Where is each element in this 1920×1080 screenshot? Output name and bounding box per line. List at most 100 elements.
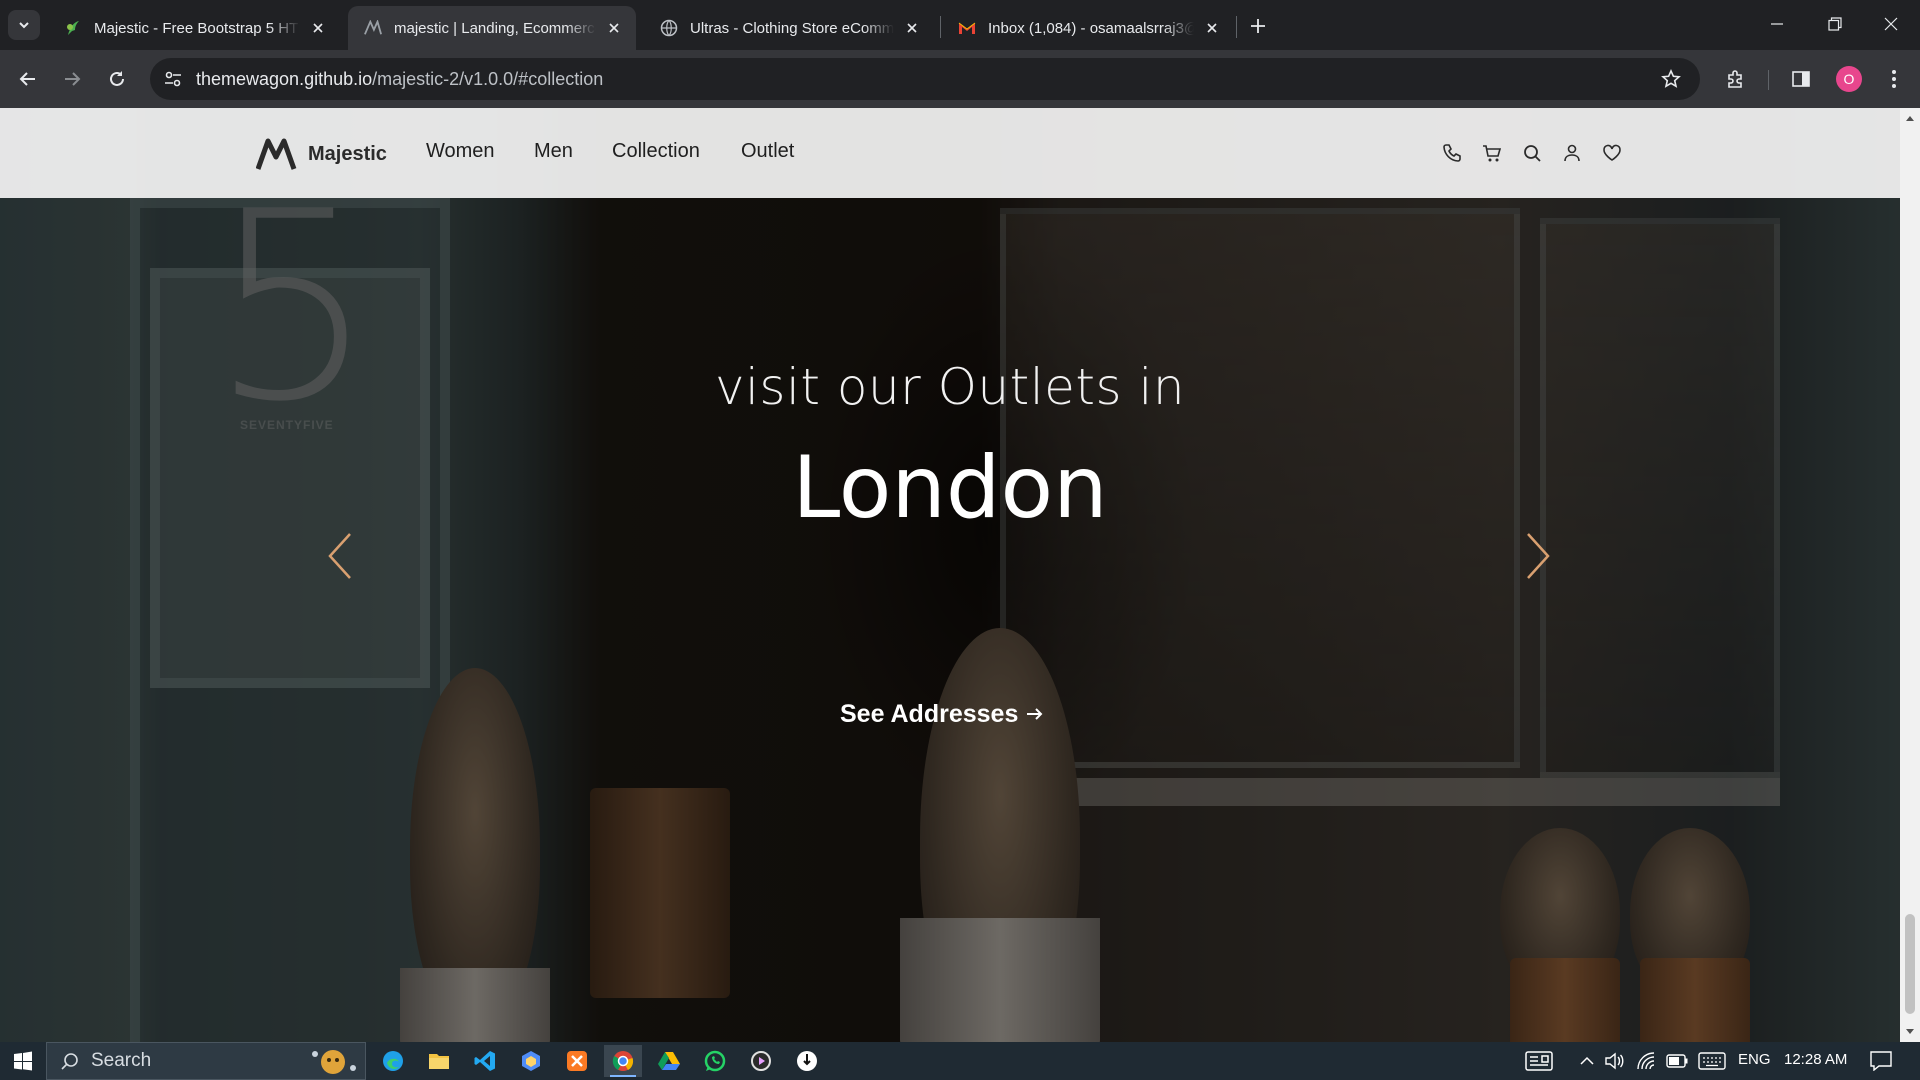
- drive-icon[interactable]: [650, 1045, 688, 1077]
- url-text: themewagon.github.io/majestic-2/v1.0.0/#…: [196, 69, 603, 90]
- close-tab-icon[interactable]: [1202, 18, 1222, 38]
- majestic-logo-icon: [256, 138, 297, 170]
- forward-button[interactable]: [56, 63, 88, 95]
- triangle-down-icon: [1906, 1029, 1914, 1034]
- address-bar[interactable]: themewagon.github.io/majestic-2/v1.0.0/#…: [150, 58, 1700, 100]
- tab-gmail[interactable]: Inbox (1,084) - osamaalsrraj3@: [942, 6, 1234, 50]
- kebab-menu-icon: [1892, 70, 1896, 88]
- gmail-icon: [958, 19, 976, 37]
- reload-icon: [110, 71, 124, 86]
- site-navbar: Majestic Women Men Collection Outlet: [0, 108, 1900, 198]
- toolbar-divider: [1768, 70, 1769, 90]
- chevron-down-icon: [19, 22, 29, 29]
- taskbar-search-text: Search: [91, 1050, 152, 1071]
- close-window-button[interactable]: [1862, 0, 1920, 48]
- tab-title: Majestic - Free Bootstrap 5 HTML: [94, 19, 300, 37]
- back-button[interactable]: [12, 63, 44, 95]
- plus-icon: [1251, 19, 1265, 33]
- tab-title: majestic | Landing, Ecommerce: [394, 19, 596, 37]
- news-widget-icon[interactable]: [1524, 1050, 1554, 1072]
- xampp-icon[interactable]: [558, 1045, 596, 1077]
- edge-icon[interactable]: [374, 1045, 412, 1077]
- search-highlight-icon: [312, 1050, 356, 1074]
- scroll-up-button[interactable]: [1900, 110, 1920, 126]
- profile-avatar[interactable]: O: [1836, 66, 1862, 92]
- arrow-right-icon: [65, 72, 81, 86]
- side-panel-icon: [1792, 71, 1810, 87]
- triangle-up-icon: [1906, 116, 1914, 121]
- bookmark-star-icon[interactable]: [1656, 64, 1686, 94]
- restore-icon: [1828, 17, 1842, 31]
- close-tab-icon[interactable]: [308, 18, 328, 38]
- chevron-up-icon[interactable]: [1576, 1050, 1598, 1072]
- chevron-right-icon: [1527, 533, 1550, 579]
- cart-icon[interactable]: [1481, 142, 1503, 164]
- hero-title: London: [792, 438, 1108, 538]
- minimize-button[interactable]: [1748, 0, 1806, 48]
- browser-menu-button[interactable]: [1878, 63, 1910, 95]
- notification-icon[interactable]: [1866, 1050, 1896, 1072]
- brand-name: Majestic: [308, 142, 387, 165]
- close-tab-icon[interactable]: [902, 18, 922, 38]
- windows-logo-icon: [14, 1051, 32, 1071]
- whatsapp-icon[interactable]: [696, 1045, 734, 1077]
- vscode-icon[interactable]: [466, 1045, 504, 1077]
- nav-link-outlet[interactable]: Outlet: [741, 140, 794, 163]
- tab-majestic-landing[interactable]: majestic | Landing, Ecommerce: [348, 6, 636, 50]
- see-addresses-link[interactable]: See Addresses: [840, 694, 1044, 734]
- reload-button[interactable]: [101, 63, 133, 95]
- nav-link-men[interactable]: Men: [534, 140, 573, 163]
- carousel-next-button[interactable]: [1518, 528, 1558, 584]
- carousel-prev-button[interactable]: [320, 528, 360, 584]
- language-indicator[interactable]: ENG: [1738, 1051, 1771, 1068]
- brand-logo[interactable]: Majestic: [256, 136, 387, 172]
- windows-taskbar: Search ENG 12:28 AM: [0, 1042, 1920, 1080]
- taskbar-clock[interactable]: 12:28 AM: [1784, 1051, 1847, 1068]
- chevron-left-icon: [328, 533, 351, 579]
- start-button[interactable]: [0, 1042, 46, 1080]
- wifi-icon[interactable]: [1634, 1050, 1658, 1072]
- extensions-button[interactable]: [1720, 63, 1752, 95]
- media-player-icon[interactable]: [742, 1045, 780, 1077]
- page-viewport: 5 SEVENTYFIVE Majestic Women Men Collect…: [0, 108, 1900, 1042]
- cta-label: See Addresses: [840, 699, 1019, 728]
- chrome-icon[interactable]: [604, 1045, 642, 1077]
- side-panel-button[interactable]: [1785, 63, 1817, 95]
- keyboard-icon[interactable]: [1696, 1050, 1728, 1072]
- hero-subtitle: visit our Outlets in: [714, 358, 1186, 416]
- close-tab-icon[interactable]: [604, 18, 624, 38]
- nav-link-women[interactable]: Women: [426, 140, 495, 163]
- app-icon[interactable]: [512, 1045, 550, 1077]
- tab-title: Ultras - Clothing Store eCommerce: [690, 19, 894, 37]
- scrollbar-thumb[interactable]: [1905, 914, 1915, 1014]
- minimize-icon: [1771, 23, 1783, 25]
- app2-icon[interactable]: [788, 1045, 826, 1077]
- profile-initial: O: [1843, 71, 1855, 87]
- globe-icon: [660, 19, 678, 37]
- scroll-down-button[interactable]: [1900, 1024, 1920, 1040]
- favicon-icon: [64, 19, 82, 37]
- close-icon: [1884, 17, 1898, 31]
- arrow-left-icon: [19, 72, 35, 86]
- new-tab-button[interactable]: [1244, 12, 1272, 40]
- url-host: themewagon.github.io: [196, 68, 373, 89]
- tab-majestic-free[interactable]: Majestic - Free Bootstrap 5 HTML: [48, 6, 340, 50]
- tab-ultras[interactable]: Ultras - Clothing Store eCommerce: [644, 6, 934, 50]
- url-path: /majestic-2/v1.0.0/#collection: [372, 68, 604, 89]
- user-icon[interactable]: [1561, 142, 1583, 164]
- search-icon[interactable]: [1521, 142, 1543, 164]
- site-info-icon[interactable]: [158, 64, 188, 94]
- favicon-icon: [364, 19, 382, 37]
- restore-button[interactable]: [1806, 0, 1864, 48]
- phone-icon[interactable]: [1441, 142, 1463, 164]
- tab-search-button[interactable]: [8, 10, 40, 40]
- file-explorer-icon[interactable]: [420, 1045, 458, 1077]
- page-scrollbar[interactable]: [1900, 108, 1920, 1042]
- heart-icon[interactable]: [1601, 142, 1623, 164]
- battery-icon[interactable]: [1664, 1050, 1690, 1072]
- tab-separator: [1236, 16, 1237, 38]
- tab-strip: Majestic - Free Bootstrap 5 HTML majesti…: [0, 0, 1920, 50]
- nav-link-collection[interactable]: Collection: [612, 140, 700, 163]
- taskbar-search-box[interactable]: Search: [46, 1042, 366, 1080]
- volume-icon[interactable]: [1602, 1050, 1626, 1072]
